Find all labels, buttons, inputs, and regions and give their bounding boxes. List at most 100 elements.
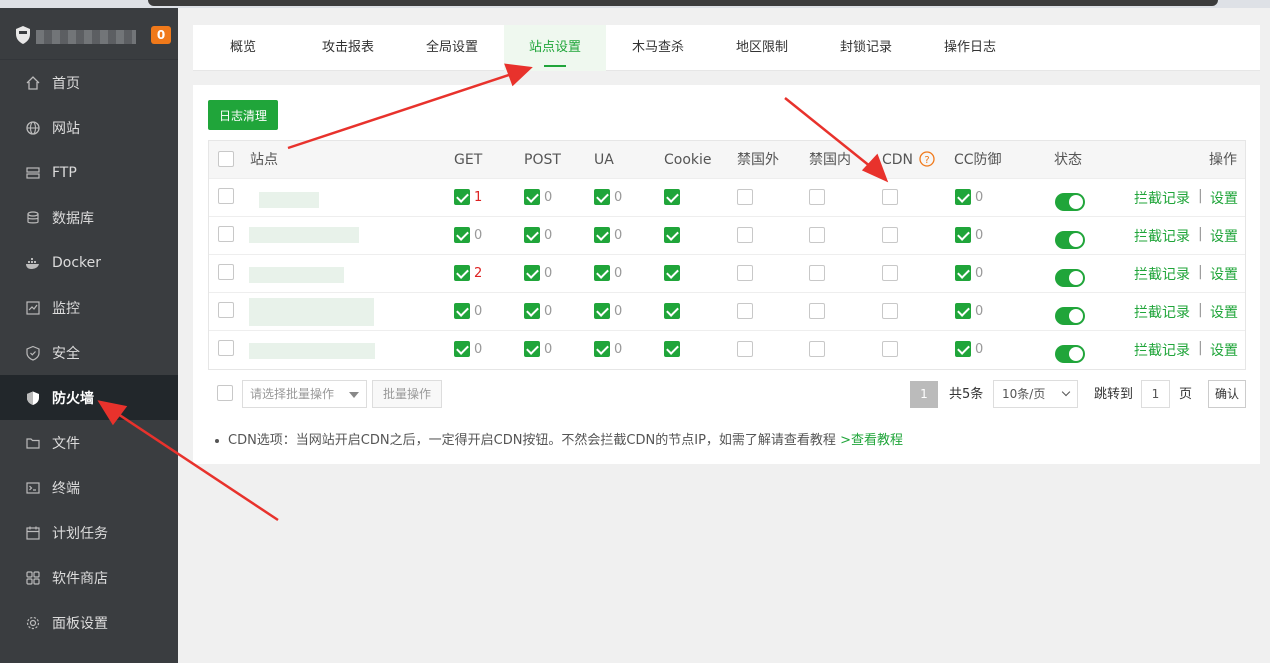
tab-site-settings[interactable]: 站点设置 [504,25,606,71]
cc-checkbox[interactable] [955,227,971,243]
tab-global-settings[interactable]: 全局设置 [400,25,504,71]
cdn-checkbox[interactable] [882,189,898,205]
notification-badge[interactable]: 0 [151,26,171,44]
col-header-ops: 操作 [1209,152,1237,168]
cc-checkbox[interactable] [955,341,971,357]
settings-link[interactable]: 设置 [1210,226,1238,246]
cdn-checkbox[interactable] [882,227,898,243]
footer-select-all-checkbox[interactable] [217,385,233,401]
ua-checkbox[interactable] [594,227,610,243]
cc-checkbox[interactable] [955,303,971,319]
cc-count: 0 [975,190,984,205]
get-count: 0 [474,228,483,243]
ua-checkbox[interactable] [594,265,610,281]
pagination-current-page[interactable]: 1 [910,381,938,408]
ban-domestic-checkbox[interactable] [809,189,825,205]
get-checkbox[interactable] [454,189,470,205]
settings-link[interactable]: 设置 [1210,188,1238,208]
tab-attack-report[interactable]: 攻击报表 [296,25,400,71]
status-toggle[interactable] [1055,269,1085,287]
tab-operation-log[interactable]: 操作日志 [918,25,1022,71]
get-checkbox[interactable] [454,227,470,243]
post-checkbox[interactable] [524,189,540,205]
col-header-cc: CC防御 [954,152,1002,168]
sidebar-item-website[interactable]: 网站 [0,105,178,150]
ban-domestic-checkbox[interactable] [809,341,825,357]
ban-foreign-checkbox[interactable] [737,341,753,357]
post-checkbox[interactable] [524,303,540,319]
cc-checkbox[interactable] [955,265,971,281]
cookie-checkbox[interactable] [664,341,680,357]
cc-checkbox[interactable] [955,189,971,205]
cookie-checkbox[interactable] [664,227,680,243]
cdn-checkbox[interactable] [882,341,898,357]
select-all-checkbox[interactable] [218,151,234,167]
browser-address-bar[interactable] [148,0,1218,6]
help-icon[interactable]: ? [919,151,936,167]
cdn-checkbox[interactable] [882,303,898,319]
sidebar-item-terminal[interactable]: 终端 [0,465,178,510]
status-toggle[interactable] [1055,345,1085,363]
ban-domestic-checkbox[interactable] [809,265,825,281]
status-toggle[interactable] [1055,231,1085,249]
row-checkbox[interactable] [218,226,234,242]
sidebar-item-cron[interactable]: 计划任务 [0,510,178,555]
sidebar-item-docker[interactable]: Docker [0,240,178,285]
get-checkbox[interactable] [454,265,470,281]
sidebar-item-monitor[interactable]: 监控 [0,285,178,330]
ban-domestic-checkbox[interactable] [809,303,825,319]
ban-foreign-checkbox[interactable] [737,265,753,281]
sidebar-item-ftp[interactable]: FTP [0,150,178,195]
ban-foreign-checkbox[interactable] [737,189,753,205]
intercept-records-link[interactable]: 拦截记录 [1134,188,1190,208]
log-clear-button[interactable]: 日志清理 [208,100,278,130]
col-header-cdn: CDN ? [882,141,936,179]
ban-foreign-checkbox[interactable] [737,303,753,319]
batch-operation-button[interactable]: 批量操作 [372,380,442,408]
post-checkbox[interactable] [524,227,540,243]
status-toggle[interactable] [1055,193,1085,211]
cdn-checkbox[interactable] [882,265,898,281]
status-toggle[interactable] [1055,307,1085,325]
intercept-records-link[interactable]: 拦截记录 [1134,340,1190,360]
intercept-records-link[interactable]: 拦截记录 [1134,264,1190,284]
sidebar-item-store[interactable]: 软件商店 [0,555,178,600]
settings-link[interactable]: 设置 [1210,264,1238,284]
get-checkbox[interactable] [454,341,470,357]
post-checkbox[interactable] [524,265,540,281]
post-checkbox[interactable] [524,341,540,357]
sidebar-item-database[interactable]: 数据库 [0,195,178,240]
sidebar-item-home[interactable]: 首页 [0,60,178,105]
sidebar-item-panel-settings[interactable]: 面板设置 [0,600,178,645]
cookie-checkbox[interactable] [664,265,680,281]
get-checkbox[interactable] [454,303,470,319]
tutorial-link[interactable]: >查看教程 [840,433,903,448]
ua-checkbox[interactable] [594,189,610,205]
jump-page-input[interactable]: 1 [1141,380,1170,408]
row-checkbox[interactable] [218,340,234,356]
ua-checkbox[interactable] [594,303,610,319]
sidebar-item-files[interactable]: 文件 [0,420,178,465]
settings-link[interactable]: 设置 [1210,302,1238,322]
tab-overview[interactable]: 概览 [193,25,293,71]
cookie-checkbox[interactable] [664,303,680,319]
settings-link[interactable]: 设置 [1210,340,1238,360]
ban-domestic-checkbox[interactable] [809,227,825,243]
jump-confirm-button[interactable]: 确认 [1208,380,1246,408]
row-checkbox[interactable] [218,302,234,318]
ua-checkbox[interactable] [594,341,610,357]
batch-operation-select[interactable]: 请选择批量操作 [242,380,367,408]
tab-region-limit[interactable]: 地区限制 [710,25,814,71]
intercept-records-link[interactable]: 拦截记录 [1134,226,1190,246]
sidebar-item-firewall[interactable]: 防火墙 [0,375,178,420]
ban-foreign-checkbox[interactable] [737,227,753,243]
page-size-select[interactable]: 10条/页 [993,380,1078,408]
tab-block-records[interactable]: 封锁记录 [814,25,918,71]
intercept-records-link[interactable]: 拦截记录 [1134,302,1190,322]
row-checkbox[interactable] [218,188,234,204]
pagination-total: 共5条 [949,387,984,402]
tab-trojan-scan[interactable]: 木马查杀 [606,25,710,71]
cookie-checkbox[interactable] [664,189,680,205]
row-checkbox[interactable] [218,264,234,280]
sidebar-item-security[interactable]: 安全 [0,330,178,375]
